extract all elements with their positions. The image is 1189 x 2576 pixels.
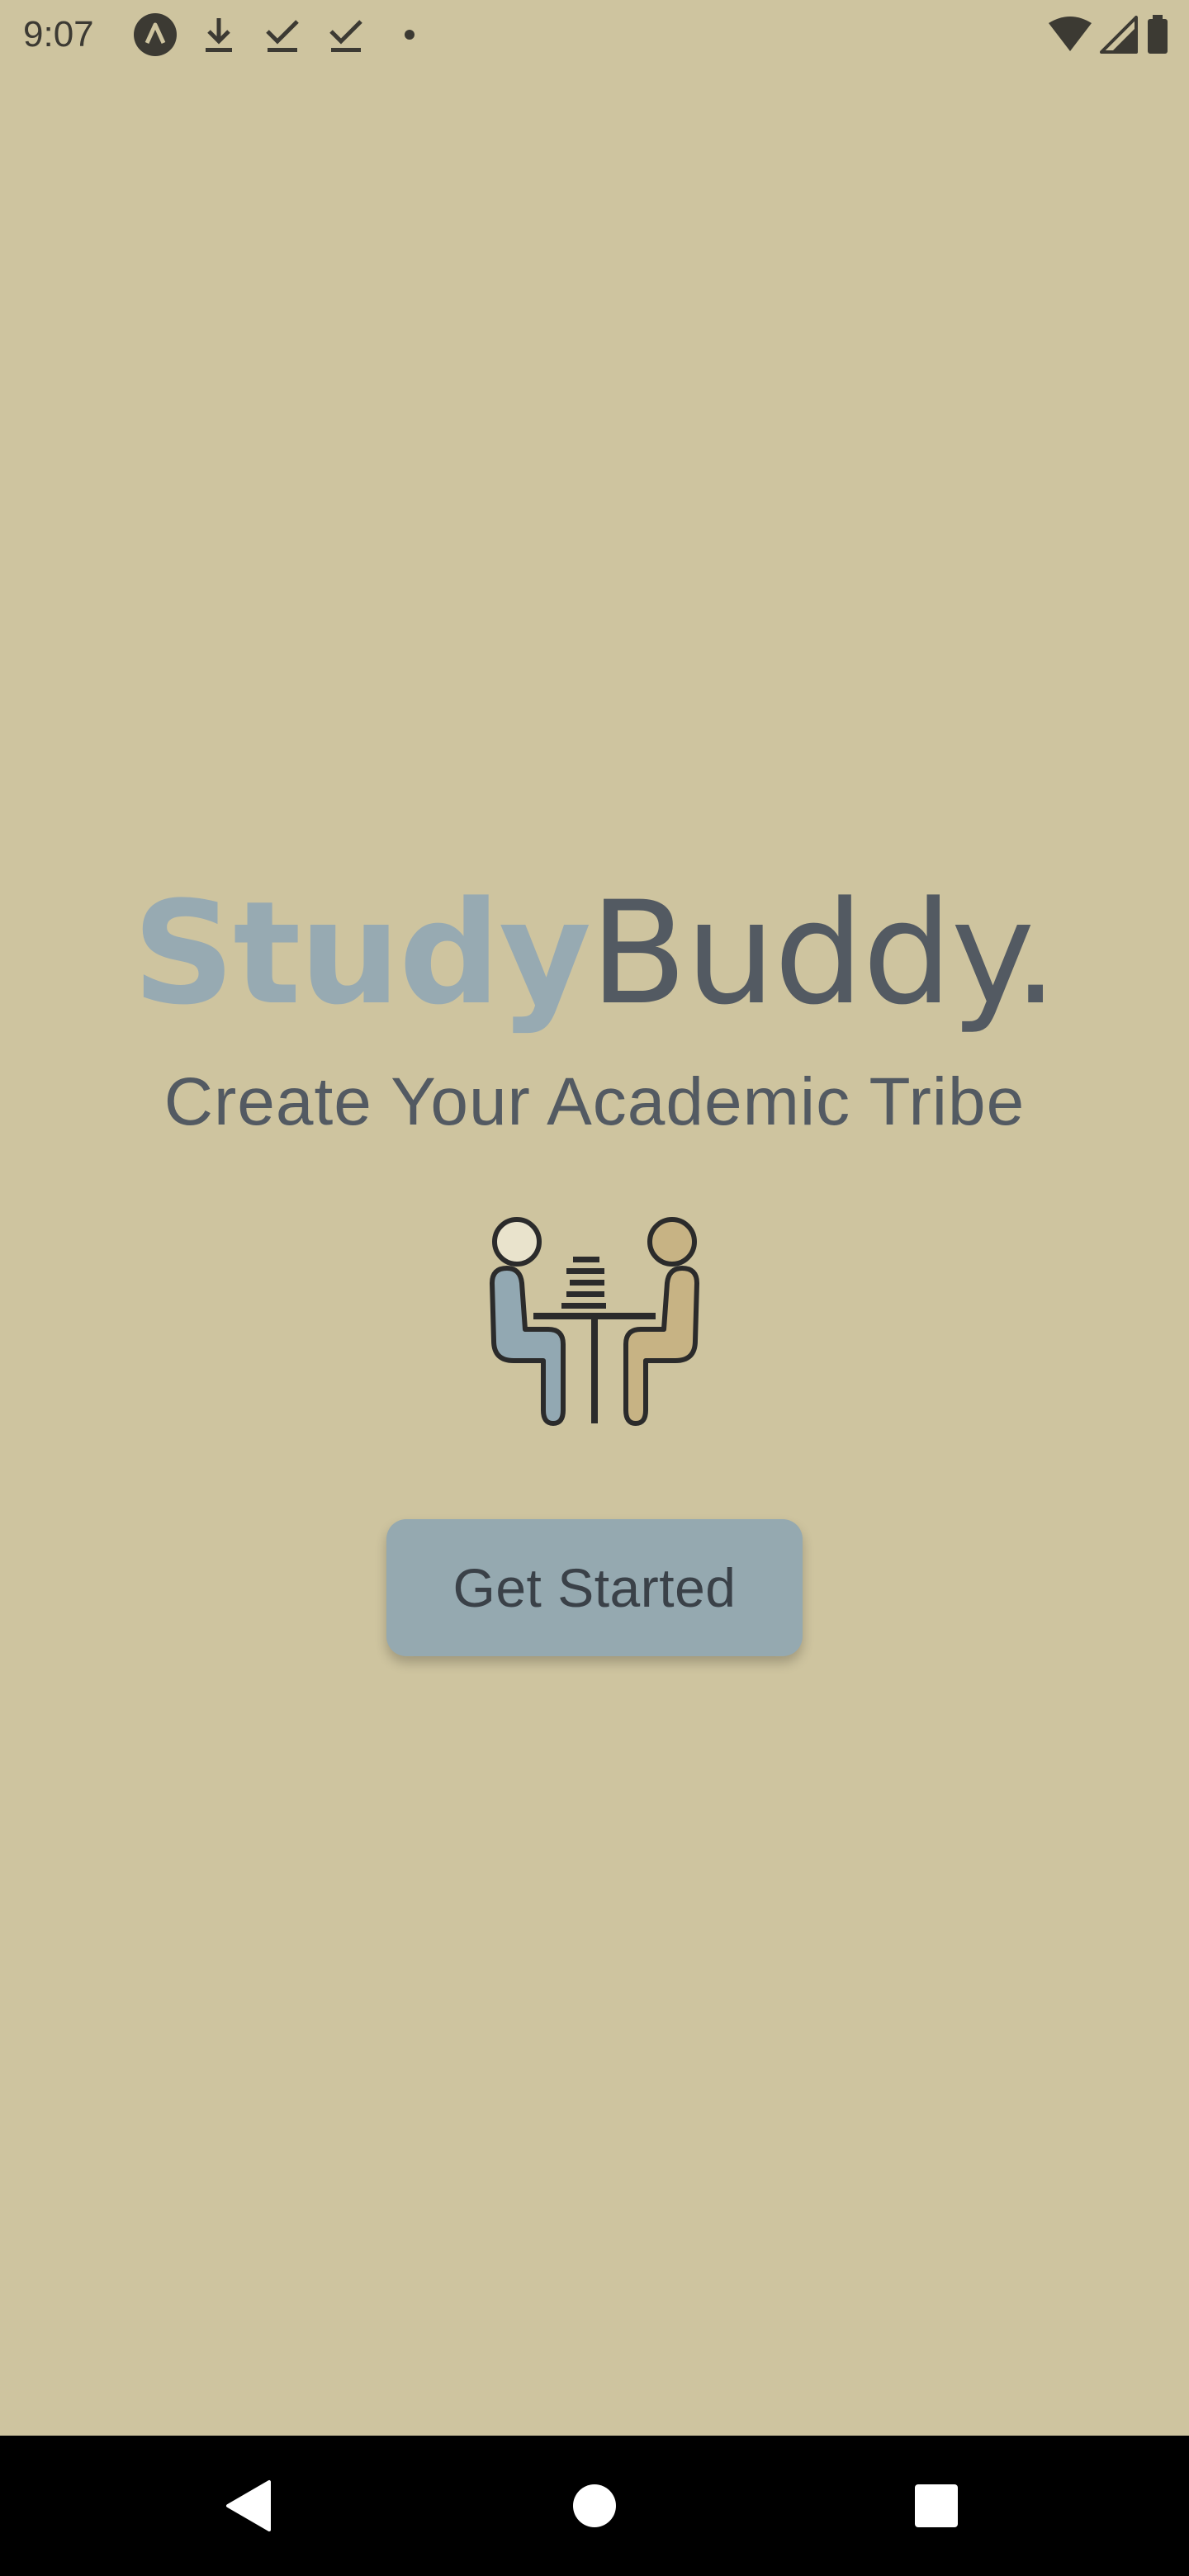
back-button[interactable] — [165, 2436, 330, 2576]
notification-icons — [132, 12, 450, 58]
get-started-label: Get Started — [452, 1557, 737, 1618]
two-people-studying-at-table-icon — [479, 1214, 710, 1428]
dot-icon — [386, 12, 433, 58]
back-icon — [226, 2480, 271, 2531]
wifi-icon — [1049, 12, 1092, 58]
get-started-button[interactable]: Get Started — [386, 1519, 803, 1656]
app-title: StudyBuddy. — [0, 871, 1189, 1036]
app-title-study: Study — [132, 870, 591, 1036]
cell-signal-icon — [1100, 12, 1138, 58]
battery-icon — [1146, 12, 1169, 58]
status-time: 9:07 — [23, 14, 94, 54]
download-icon — [196, 12, 242, 58]
tagline: Create Your Academic Tribe — [163, 1064, 1026, 1139]
system-icons — [1040, 12, 1169, 58]
done-icon — [259, 12, 306, 58]
done-icon — [323, 12, 369, 58]
home-button[interactable] — [512, 2436, 677, 2576]
app-title-buddy: Buddy. — [590, 870, 1058, 1036]
navigation-bar — [0, 2436, 1189, 2576]
recents-button[interactable] — [854, 2436, 1019, 2576]
recents-icon — [915, 2484, 958, 2527]
home-icon — [573, 2484, 616, 2527]
app-notification-icon — [132, 12, 178, 58]
status-bar: 9:07 — [0, 0, 1189, 69]
